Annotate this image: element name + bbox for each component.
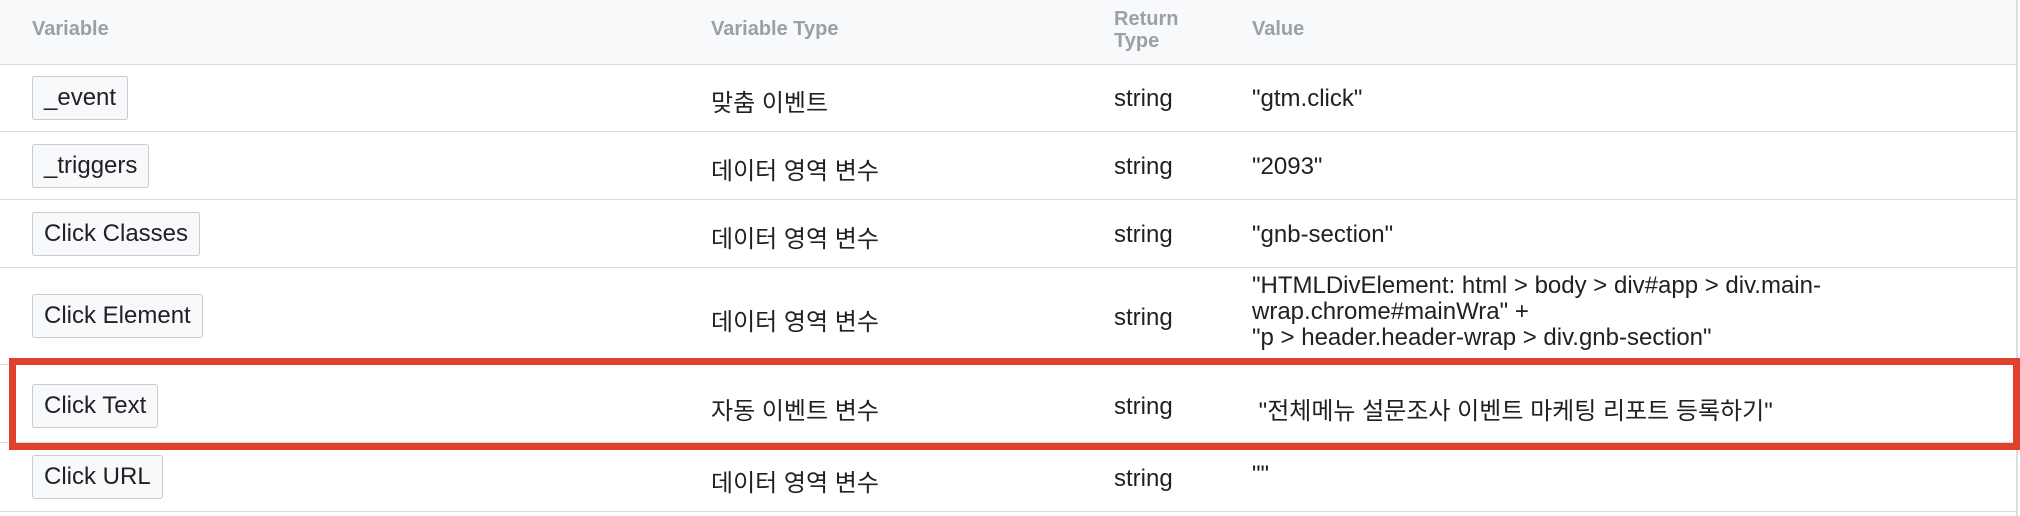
variable-type-cell: 데이터 영역 변수 <box>711 309 879 336</box>
value-cell-multiline: "HTMLDivElement: html > body > div#app >… <box>1252 273 1892 351</box>
table-row-highlighted: Click Text 자동 이벤트 변수 string "전체메뉴 설문조사 이… <box>0 365 2016 443</box>
variable-chip-event[interactable]: _event <box>32 76 129 120</box>
return-type-cell: string <box>1114 221 1173 248</box>
table-row: Click Classes 데이터 영역 변수 string "gnb-sect… <box>0 200 2016 268</box>
header-value[interactable]: Value <box>1252 18 1304 41</box>
header-variable-type[interactable]: Variable Type <box>711 18 838 41</box>
value-line: "HTMLDivElement: html > body > div#app >… <box>1252 272 1821 299</box>
value-cell: "" <box>1252 461 1270 488</box>
value-line: "p > header.header-wrap > div.gnb-sectio… <box>1252 324 1712 351</box>
variable-chip-click-classes[interactable]: Click Classes <box>32 212 201 256</box>
variable-type-cell: 데이터 영역 변수 <box>711 158 879 185</box>
return-type-cell: string <box>1114 465 1173 492</box>
value-cell: "gnb-section" <box>1252 221 1394 248</box>
return-type-cell: string <box>1114 304 1173 331</box>
value-cell: "gtm.click" <box>1252 85 1363 112</box>
variable-type-cell: 데이터 영역 변수 <box>711 470 879 497</box>
variable-chip-click-text[interactable]: Click Text <box>32 384 159 428</box>
return-type-cell: string <box>1114 85 1173 112</box>
variable-chip-click-url[interactable]: Click URL <box>32 455 163 499</box>
header-variable[interactable]: Variable <box>32 18 109 41</box>
table-row: _event 맞춤 이벤트 string "gtm.click" <box>0 65 2016 132</box>
header-return-type[interactable]: Return Type <box>1114 8 1178 52</box>
value-cell: "전체메뉴 설문조사 이벤트 마케팅 리포트 등록하기" <box>1252 398 1773 425</box>
return-type-cell: string <box>1114 153 1173 180</box>
header-return-type-line2: Type <box>1114 30 1160 52</box>
value-line: wrap.chrome#mainWra" + <box>1252 298 1529 325</box>
variable-type-cell: 맞춤 이벤트 <box>711 90 829 117</box>
table-row: _triggers 데이터 영역 변수 string "2093" <box>0 132 2016 200</box>
return-type-cell: string <box>1114 393 1173 420</box>
table-header: Variable Variable Type Return Type Value <box>0 0 2016 65</box>
variable-chip-triggers[interactable]: _triggers <box>32 144 150 188</box>
header-return-type-line1: Return <box>1114 8 1179 30</box>
variable-type-cell: 데이터 영역 변수 <box>711 226 879 253</box>
variable-chip-click-element[interactable]: Click Element <box>32 294 203 338</box>
table-row: Click Element 데이터 영역 변수 string "HTMLDivE… <box>0 268 2016 365</box>
value-cell: "2093" <box>1252 153 1323 180</box>
variables-table: Variable Variable Type Return Type Value… <box>0 0 2018 516</box>
table-row: Click URL 데이터 영역 변수 string "" <box>0 443 2016 512</box>
variable-type-cell: 자동 이벤트 변수 <box>711 398 879 425</box>
